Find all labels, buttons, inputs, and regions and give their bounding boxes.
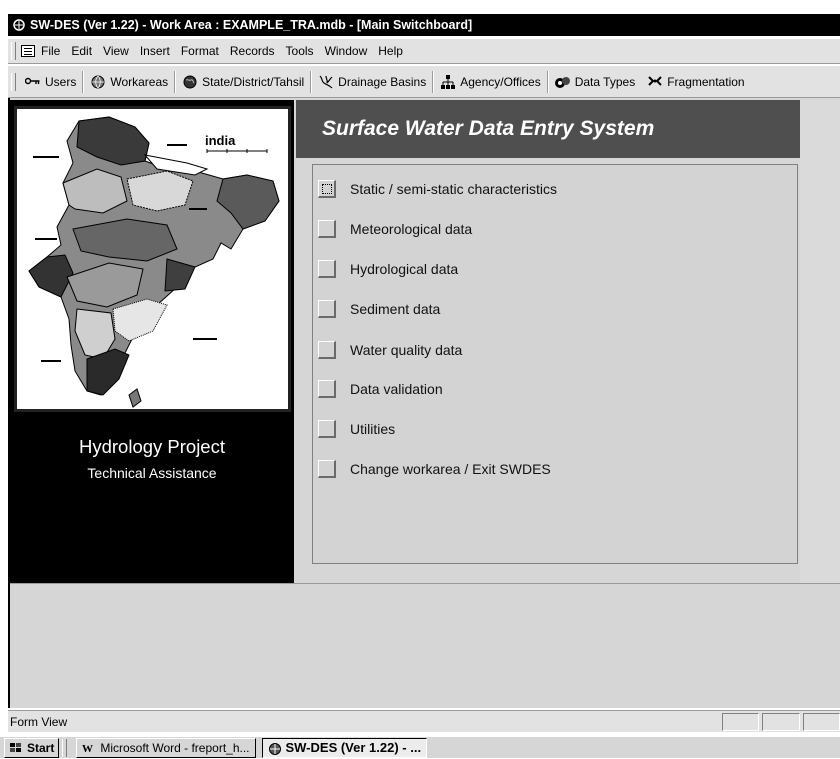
option-label: Data validation	[350, 381, 443, 397]
option-static-characteristics[interactable]: Static / semi-static characteristics	[318, 179, 557, 199]
toolbar-fragmentation-button[interactable]: Fragmentation	[641, 70, 750, 94]
toolbar-agency-offices-button[interactable]: Agency/Offices	[434, 70, 546, 94]
option-button[interactable]	[318, 380, 336, 398]
india-map-image: india	[17, 109, 288, 409]
option-button[interactable]	[318, 420, 336, 438]
task-label: SW-DES (Ver 1.22) - ...	[285, 740, 422, 755]
title-bar[interactable]: SW-DES (Ver 1.22) - Work Area : EXAMPLE_…	[8, 14, 840, 36]
status-text: Form View	[10, 714, 68, 729]
task-microsoft-word[interactable]: W Microsoft Word - freport_h...	[76, 737, 256, 758]
toolbar-state-district-tahsil-label: State/District/Tahsil	[202, 74, 305, 89]
option-label: Static / semi-static characteristics	[350, 181, 557, 197]
windows-logo-icon	[9, 742, 23, 754]
menu-records[interactable]: Records	[230, 44, 275, 58]
toolbar-users-button[interactable]: Users	[19, 70, 82, 94]
toolbar: Users Workareas State/District/Tahsil Dr…	[8, 66, 840, 98]
toolbar-data-types-label: Data Types	[574, 74, 636, 89]
menu-window[interactable]: Window	[325, 44, 368, 58]
menubar-grip[interactable]	[11, 42, 16, 60]
menu-format[interactable]: Format	[181, 44, 219, 58]
globe-icon	[182, 75, 198, 89]
fragmentation-icon	[647, 75, 663, 89]
technical-assistance-subtitle: Technical Assistance	[87, 465, 217, 481]
task-label: Microsoft Word - freport_h...	[100, 740, 250, 755]
menu-tools[interactable]: Tools	[286, 44, 314, 58]
option-button[interactable]	[318, 460, 336, 478]
globe-icon	[90, 75, 106, 89]
toolbar-drainage-basins-button[interactable]: Drainage Basins	[312, 70, 432, 94]
option-data-validation[interactable]: Data validation	[318, 379, 443, 399]
toolbar-data-types-button[interactable]: Data Types	[549, 70, 641, 94]
status-pane	[802, 712, 840, 731]
india-map: india	[14, 106, 291, 412]
svg-text:W: W	[82, 743, 93, 754]
river-icon	[318, 75, 334, 89]
option-hydrological-data[interactable]: Hydrological data	[318, 259, 458, 279]
option-label: Sediment data	[350, 301, 441, 317]
menu-insert[interactable]: Insert	[140, 44, 170, 58]
toolbar-workareas-button[interactable]: Workareas	[84, 70, 174, 94]
swdes-app-icon	[268, 742, 282, 755]
start-button[interactable]: Start	[4, 737, 60, 758]
window-title: SW-DES (Ver 1.22) - Work Area : EXAMPLE_…	[30, 18, 473, 32]
task-swdes[interactable]: SW-DES (Ver 1.22) - ...	[261, 737, 428, 758]
org-chart-icon	[440, 74, 456, 89]
hydrology-project-title: Hydrology Project	[78, 436, 225, 457]
key-icon	[24, 75, 41, 89]
data-types-icon	[554, 75, 571, 89]
start-label: Start	[27, 740, 55, 755]
option-change-workarea-exit[interactable]: Change workarea / Exit SWDES	[318, 459, 551, 479]
option-button[interactable]	[318, 260, 336, 278]
toolbar-users-label: Users	[45, 74, 77, 89]
word-icon: W	[82, 742, 96, 755]
taskbar: Start W Microsoft Word - freport_h... SW…	[0, 736, 840, 758]
option-button[interactable]	[318, 300, 336, 318]
map-title: india	[205, 133, 236, 148]
switchboard-title: Surface Water Data Entry System	[322, 117, 655, 140]
option-button[interactable]	[318, 341, 336, 359]
toolbar-agency-offices-label: Agency/Offices	[460, 74, 541, 89]
form-footer-area	[10, 583, 840, 708]
status-pane	[762, 712, 800, 731]
option-water-quality-data[interactable]: Water quality data	[318, 340, 462, 360]
form-icon[interactable]	[21, 45, 35, 57]
toolbar-grip[interactable]	[11, 72, 16, 91]
option-button[interactable]	[318, 220, 336, 238]
switchboard-header: Surface Water Data Entry System	[296, 100, 800, 158]
status-pane	[721, 712, 760, 731]
menu-edit[interactable]: Edit	[71, 44, 92, 58]
menu-bar: File Edit View Insert Format Records Too…	[8, 39, 840, 64]
status-bar: Form View	[8, 710, 840, 732]
option-button[interactable]	[318, 180, 336, 198]
option-label: Water quality data	[350, 342, 463, 358]
option-meteorological-data[interactable]: Meteorological data	[318, 219, 472, 239]
option-label: Meteorological data	[350, 221, 473, 237]
menu-file[interactable]: File	[41, 44, 60, 58]
option-label: Hydrological data	[350, 261, 459, 277]
menu-help[interactable]: Help	[378, 44, 403, 58]
right-margin	[800, 100, 840, 583]
option-sediment-data[interactable]: Sediment data	[318, 299, 440, 319]
toolbar-fragmentation-label: Fragmentation	[667, 74, 745, 89]
swdes-app-icon	[12, 18, 26, 32]
menu-view[interactable]: View	[103, 44, 129, 58]
option-label: Change workarea / Exit SWDES	[350, 461, 551, 477]
toolbar-drainage-basins-label: Drainage Basins	[338, 74, 427, 89]
toolbar-state-district-tahsil-button[interactable]: State/District/Tahsil	[176, 70, 310, 94]
taskbar-grip	[62, 738, 68, 757]
option-utilities[interactable]: Utilities	[318, 419, 395, 439]
option-label: Utilities	[350, 421, 396, 437]
toolbar-workareas-label: Workareas	[110, 74, 169, 89]
